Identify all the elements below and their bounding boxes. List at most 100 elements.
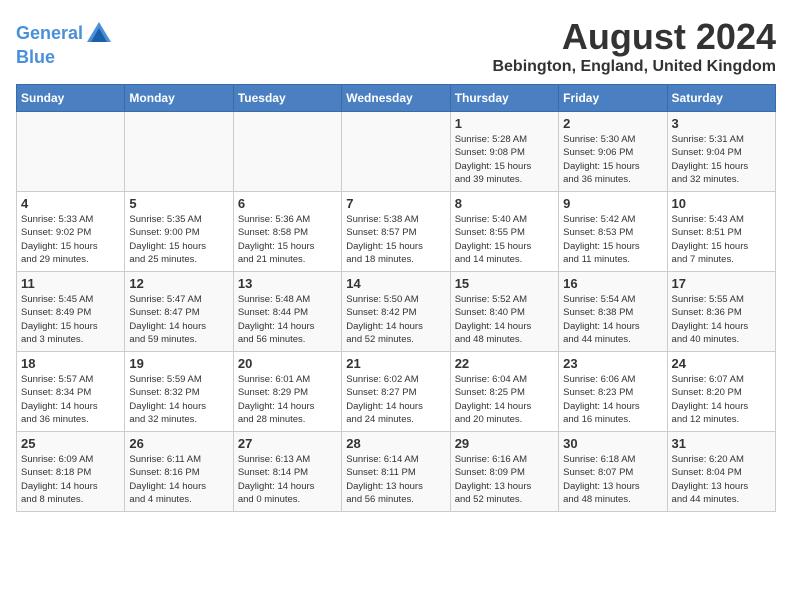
calendar-day-cell: 11Sunrise: 5:45 AM Sunset: 8:49 PM Dayli… <box>17 272 125 352</box>
day-info: Sunrise: 5:43 AM Sunset: 8:51 PM Dayligh… <box>672 213 771 266</box>
day-number: 7 <box>346 196 445 211</box>
day-number: 30 <box>563 436 662 451</box>
calendar-header-cell: Monday <box>125 85 233 112</box>
calendar-day-cell: 9 Sunrise: 5:42 AM Sunset: 8:53 PM Daylig… <box>559 192 667 272</box>
day-info: Sunrise: 5:50 AM Sunset: 8:42 PM Dayligh… <box>346 293 445 346</box>
day-info: Sunrise: 5:59 AM Sunset: 8:32 PM Dayligh… <box>129 373 228 426</box>
calendar-day-cell: 30 Sunrise: 6:18 AM Sunset: 8:07 PM Dayli… <box>559 432 667 512</box>
day-info: Sunrise: 5:52 AM Sunset: 8:40 PM Dayligh… <box>455 293 554 346</box>
calendar-table: SundayMondayTuesdayWednesdayThursdayFrid… <box>16 84 776 512</box>
calendar-day-cell: 8 Sunrise: 5:40 AM Sunset: 8:55 PM Daylig… <box>450 192 558 272</box>
day-info: Sunrise: 6:01 AM Sunset: 8:29 PM Dayligh… <box>238 373 337 426</box>
calendar-day-cell: 1 Sunrise: 5:28 AM Sunset: 9:08 PM Daylig… <box>450 112 558 192</box>
day-number: 13 <box>238 276 337 291</box>
day-number: 2 <box>563 116 662 131</box>
calendar-day-cell: 26Sunrise: 6:11 AM Sunset: 8:16 PM Dayli… <box>125 432 233 512</box>
calendar-day-cell: 15 Sunrise: 5:52 AM Sunset: 8:40 PM Dayli… <box>450 272 558 352</box>
calendar-day-cell: 7 Sunrise: 5:38 AM Sunset: 8:57 PM Daylig… <box>342 192 450 272</box>
calendar-body: 1 Sunrise: 5:28 AM Sunset: 9:08 PM Daylig… <box>17 112 776 512</box>
calendar-day-cell: 23 Sunrise: 6:06 AM Sunset: 8:23 PM Dayli… <box>559 352 667 432</box>
day-info: Sunrise: 6:04 AM Sunset: 8:25 PM Dayligh… <box>455 373 554 426</box>
logo: General Blue <box>16 20 113 68</box>
day-number: 16 <box>563 276 662 291</box>
calendar-day-cell: 21 Sunrise: 6:02 AM Sunset: 8:27 PM Dayli… <box>342 352 450 432</box>
day-number: 25 <box>21 436 120 451</box>
day-number: 22 <box>455 356 554 371</box>
calendar-day-cell: 27 Sunrise: 6:13 AM Sunset: 8:14 PM Dayli… <box>233 432 341 512</box>
calendar-day-cell: 16 Sunrise: 5:54 AM Sunset: 8:38 PM Dayli… <box>559 272 667 352</box>
calendar-day-cell: 20 Sunrise: 6:01 AM Sunset: 8:29 PM Dayli… <box>233 352 341 432</box>
day-info: Sunrise: 5:28 AM Sunset: 9:08 PM Dayligh… <box>455 133 554 186</box>
calendar-day-cell: 19 Sunrise: 5:59 AM Sunset: 8:32 PM Dayli… <box>125 352 233 432</box>
calendar-week-row: 11Sunrise: 5:45 AM Sunset: 8:49 PM Dayli… <box>17 272 776 352</box>
calendar-header-cell: Wednesday <box>342 85 450 112</box>
day-number: 27 <box>238 436 337 451</box>
day-info: Sunrise: 5:42 AM Sunset: 8:53 PM Dayligh… <box>563 213 662 266</box>
day-info: Sunrise: 6:07 AM Sunset: 8:20 PM Dayligh… <box>672 373 771 426</box>
calendar-day-cell: 18 Sunrise: 5:57 AM Sunset: 8:34 PM Dayli… <box>17 352 125 432</box>
calendar-week-row: 4Sunrise: 5:33 AM Sunset: 9:02 PM Daylig… <box>17 192 776 272</box>
day-number: 19 <box>129 356 228 371</box>
calendar-day-cell: 12Sunrise: 5:47 AM Sunset: 8:47 PM Dayli… <box>125 272 233 352</box>
logo-icon <box>85 20 113 48</box>
day-info: Sunrise: 5:54 AM Sunset: 8:38 PM Dayligh… <box>563 293 662 346</box>
day-number: 17 <box>672 276 771 291</box>
day-number: 18 <box>21 356 120 371</box>
day-info: Sunrise: 6:20 AM Sunset: 8:04 PM Dayligh… <box>672 453 771 506</box>
calendar-day-cell: 22 Sunrise: 6:04 AM Sunset: 8:25 PM Dayli… <box>450 352 558 432</box>
calendar-day-cell <box>342 112 450 192</box>
day-info: Sunrise: 5:38 AM Sunset: 8:57 PM Dayligh… <box>346 213 445 266</box>
title-area: August 2024 Bebington, England, United K… <box>492 16 776 76</box>
day-number: 24 <box>672 356 771 371</box>
day-number: 26 <box>129 436 228 451</box>
calendar-day-cell: 17 Sunrise: 5:55 AM Sunset: 8:36 PM Dayli… <box>667 272 775 352</box>
day-number: 21 <box>346 356 445 371</box>
calendar-day-cell: 3 Sunrise: 5:31 AM Sunset: 9:04 PM Daylig… <box>667 112 775 192</box>
calendar-week-row: 18 Sunrise: 5:57 AM Sunset: 8:34 PM Dayli… <box>17 352 776 432</box>
day-info: Sunrise: 5:47 AM Sunset: 8:47 PM Dayligh… <box>129 293 228 346</box>
calendar-day-cell: 2 Sunrise: 5:30 AM Sunset: 9:06 PM Daylig… <box>559 112 667 192</box>
day-number: 31 <box>672 436 771 451</box>
day-info: Sunrise: 6:16 AM Sunset: 8:09 PM Dayligh… <box>455 453 554 506</box>
calendar-day-cell <box>233 112 341 192</box>
subtitle: Bebington, England, United Kingdom <box>492 58 776 76</box>
day-number: 9 <box>563 196 662 211</box>
calendar-day-cell: 6 Sunrise: 5:36 AM Sunset: 8:58 PM Daylig… <box>233 192 341 272</box>
day-info: Sunrise: 5:40 AM Sunset: 8:55 PM Dayligh… <box>455 213 554 266</box>
calendar-day-cell: 28Sunrise: 6:14 AM Sunset: 8:11 PM Dayli… <box>342 432 450 512</box>
calendar-week-row: 25 Sunrise: 6:09 AM Sunset: 8:18 PM Dayli… <box>17 432 776 512</box>
day-number: 20 <box>238 356 337 371</box>
day-info: Sunrise: 6:02 AM Sunset: 8:27 PM Dayligh… <box>346 373 445 426</box>
day-number: 15 <box>455 276 554 291</box>
calendar-day-cell: 4Sunrise: 5:33 AM Sunset: 9:02 PM Daylig… <box>17 192 125 272</box>
calendar-day-cell: 24 Sunrise: 6:07 AM Sunset: 8:20 PM Dayli… <box>667 352 775 432</box>
day-number: 6 <box>238 196 337 211</box>
day-info: Sunrise: 5:48 AM Sunset: 8:44 PM Dayligh… <box>238 293 337 346</box>
day-info: Sunrise: 6:06 AM Sunset: 8:23 PM Dayligh… <box>563 373 662 426</box>
calendar-day-cell: 25 Sunrise: 6:09 AM Sunset: 8:18 PM Dayli… <box>17 432 125 512</box>
calendar-day-cell: 13 Sunrise: 5:48 AM Sunset: 8:44 PM Dayli… <box>233 272 341 352</box>
day-info: Sunrise: 5:31 AM Sunset: 9:04 PM Dayligh… <box>672 133 771 186</box>
day-number: 8 <box>455 196 554 211</box>
day-number: 10 <box>672 196 771 211</box>
calendar-header-cell: Friday <box>559 85 667 112</box>
day-info: Sunrise: 5:57 AM Sunset: 8:34 PM Dayligh… <box>21 373 120 426</box>
calendar-header-cell: Saturday <box>667 85 775 112</box>
day-info: Sunrise: 6:18 AM Sunset: 8:07 PM Dayligh… <box>563 453 662 506</box>
day-number: 1 <box>455 116 554 131</box>
calendar-header-cell: Thursday <box>450 85 558 112</box>
day-info: Sunrise: 6:09 AM Sunset: 8:18 PM Dayligh… <box>21 453 120 506</box>
calendar-day-cell: 14Sunrise: 5:50 AM Sunset: 8:42 PM Dayli… <box>342 272 450 352</box>
day-number: 3 <box>672 116 771 131</box>
day-info: Sunrise: 5:30 AM Sunset: 9:06 PM Dayligh… <box>563 133 662 186</box>
day-number: 11 <box>21 276 120 291</box>
day-number: 23 <box>563 356 662 371</box>
calendar-day-cell <box>125 112 233 192</box>
day-info: Sunrise: 6:13 AM Sunset: 8:14 PM Dayligh… <box>238 453 337 506</box>
calendar-header-cell: Tuesday <box>233 85 341 112</box>
day-info: Sunrise: 5:55 AM Sunset: 8:36 PM Dayligh… <box>672 293 771 346</box>
logo-text: General Blue <box>16 20 113 68</box>
calendar-day-cell: 5Sunrise: 5:35 AM Sunset: 9:00 PM Daylig… <box>125 192 233 272</box>
calendar-day-cell: 10 Sunrise: 5:43 AM Sunset: 8:51 PM Dayli… <box>667 192 775 272</box>
day-info: Sunrise: 5:36 AM Sunset: 8:58 PM Dayligh… <box>238 213 337 266</box>
